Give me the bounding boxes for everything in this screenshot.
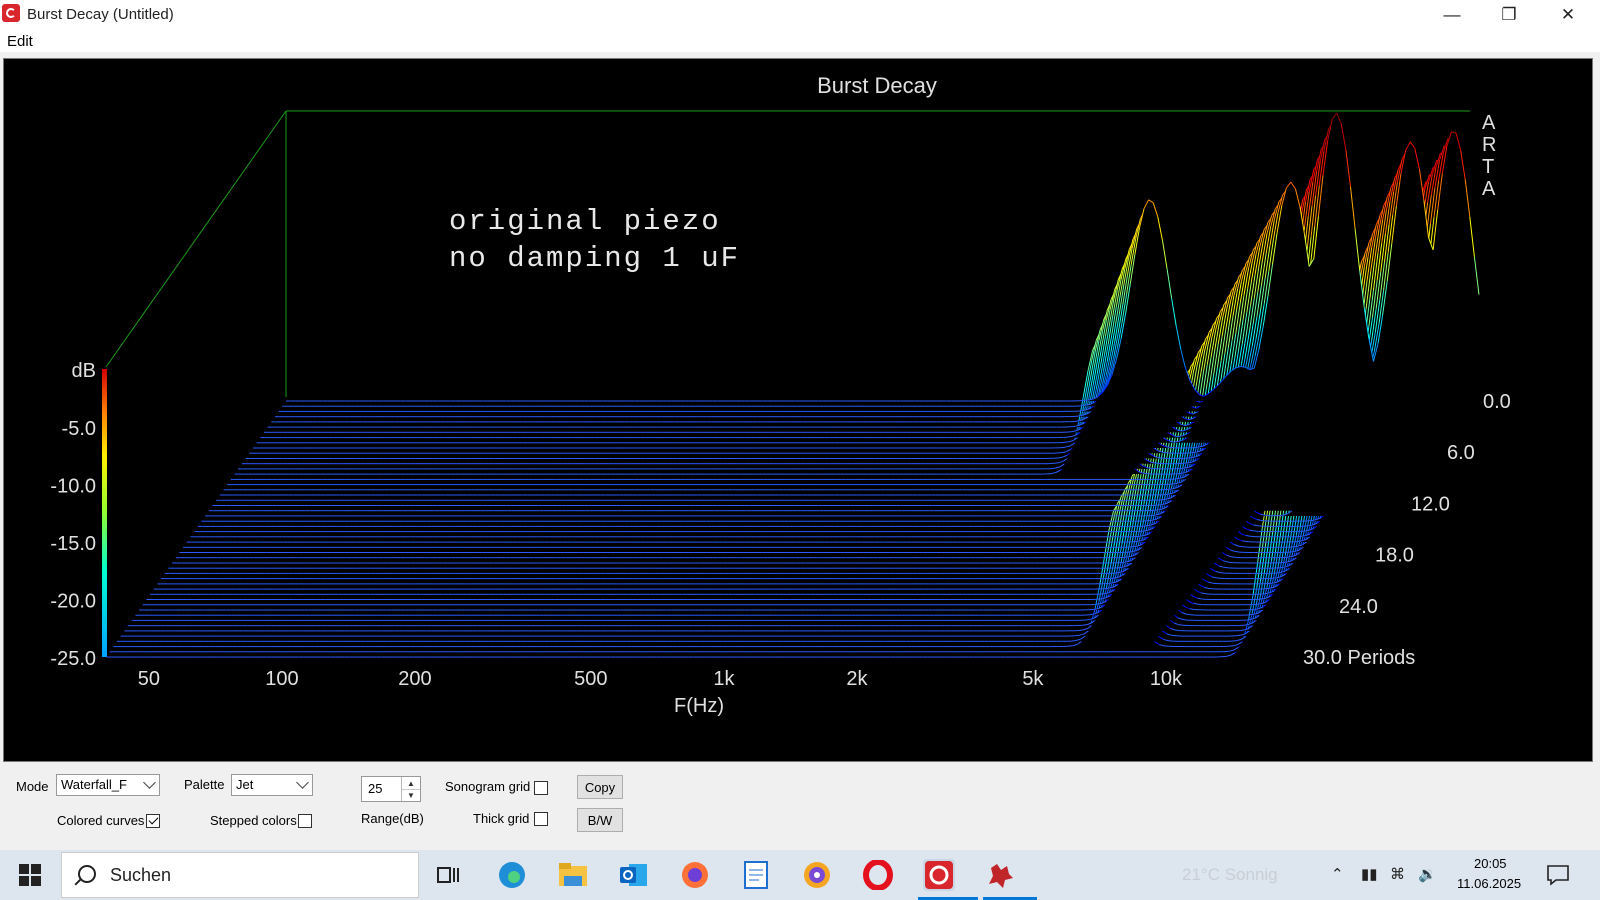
chart-title: Burst Decay [817, 73, 937, 98]
annotation-line-2: no damping 1 uF [449, 242, 740, 275]
menu-bar: Edit [0, 30, 1600, 52]
frame-edge-left [105, 110, 287, 368]
curve-segment [1220, 572, 1225, 574]
curve-segment [1107, 582, 1112, 585]
curve-segment [1216, 577, 1222, 579]
curve-segment [1178, 624, 1184, 626]
curve-segment [1239, 629, 1245, 632]
curve-segment [1175, 629, 1180, 632]
curve-segment [1223, 566, 1229, 569]
arta-watermark: A R T A [1482, 112, 1496, 200]
waterfall-plot: Burst Decay original piezo no damping 1 … [50, 73, 1510, 717]
curve-segment [1071, 640, 1077, 642]
curve-segment [1189, 608, 1195, 610]
menu-edit[interactable]: Edit [7, 33, 33, 50]
curve-segment [1086, 618, 1091, 621]
curve-segment [1114, 572, 1120, 574]
curve-segment [1082, 624, 1088, 626]
annotation-line-1: original piezo [449, 205, 721, 238]
curve-segment [1067, 645, 1073, 647]
curve-segment [1121, 561, 1127, 564]
watermark-letter: R [1482, 134, 1496, 156]
window-title: Burst Decay (Untitled) [27, 6, 174, 23]
chart-area: Burst Decay original piezo no damping 1 … [3, 58, 1593, 762]
waterfall-curves [106, 112, 1480, 658]
minimize-button[interactable]: — [1424, 0, 1480, 30]
curve-segment [1182, 618, 1188, 621]
curve-segment [1250, 613, 1256, 616]
curve-segment [1110, 577, 1116, 579]
restore-button[interactable]: ❐ [1481, 0, 1537, 30]
curve-segment [1278, 566, 1284, 569]
curve-segment [1118, 566, 1123, 569]
title-bar: Burst Decay (Untitled) — ❐ ✕ [0, 0, 1600, 30]
watermark-letter: A [1482, 112, 1496, 134]
watermark-letter: T [1482, 156, 1494, 178]
close-button[interactable]: ✕ [1540, 0, 1596, 30]
curve-segment [1231, 640, 1237, 642]
db-color-bar [102, 369, 107, 657]
curve-segment [1282, 561, 1288, 564]
curve-segment [1242, 624, 1248, 626]
curve-segment [1078, 629, 1084, 631]
curve-segment [1075, 634, 1080, 637]
curve-segment [1171, 634, 1177, 637]
watermark-letter: A [1482, 178, 1496, 200]
curve-segment [1167, 640, 1173, 642]
curve-segment [1227, 561, 1233, 564]
curve-segment [1246, 618, 1252, 621]
arta-app-icon [2, 4, 20, 22]
curve-segment [1235, 634, 1241, 637]
curve-segment [1186, 613, 1191, 616]
